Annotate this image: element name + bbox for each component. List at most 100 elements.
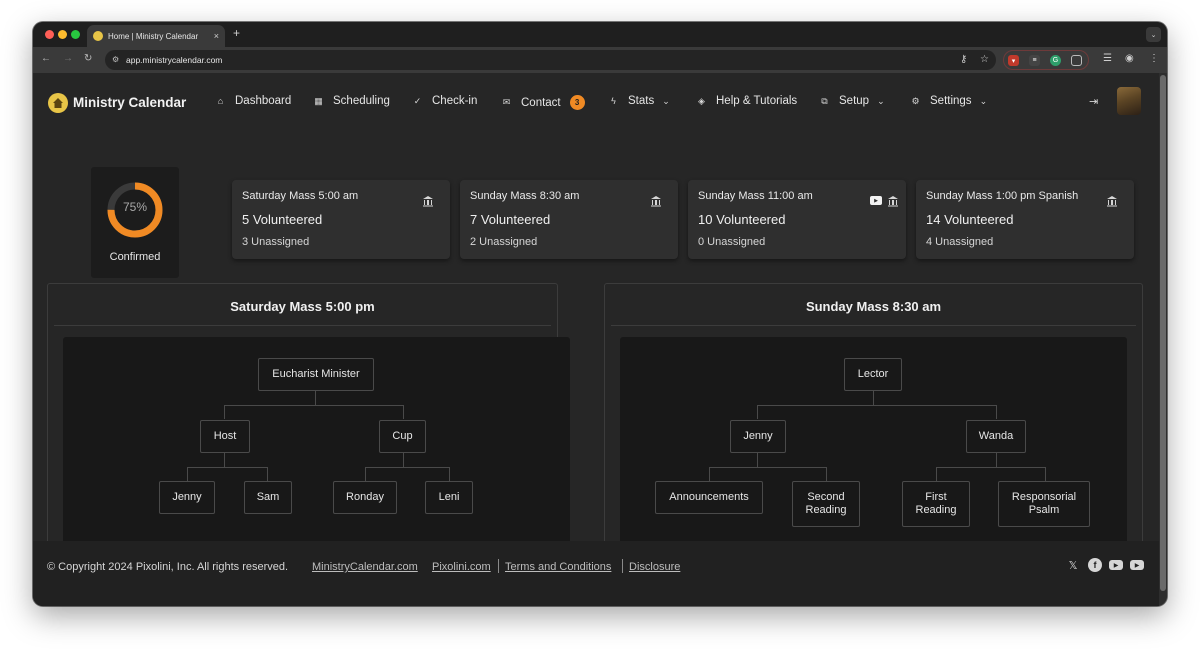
nav-help-tutorials[interactable]: ◈ Help & Tutorials	[696, 95, 797, 107]
tree-connector	[757, 405, 997, 406]
address-bar[interactable]: ⚙ app.ministrycalendar.com ⚷ ☆	[105, 50, 996, 70]
tab-close-icon[interactable]: ×	[214, 31, 219, 41]
browser-menu-icon[interactable]: ⋮	[1149, 53, 1159, 64]
nav-dashboard[interactable]: ⌂ Dashboard	[215, 95, 291, 107]
mass-unassigned: 3 Unassigned	[242, 236, 310, 248]
tab-search-button[interactable]: ⌄	[1146, 27, 1161, 42]
tree-node-assignment[interactable]: First Reading	[902, 481, 970, 527]
tree-node-person[interactable]: Ronday	[333, 481, 397, 514]
mass-title: Sunday Mass 1:00 pm Spanish	[926, 190, 1079, 202]
browser-window: Home | Ministry Calendar × + ⌄ ← → ↻ ⚙ a…	[33, 22, 1167, 606]
footer-link-disclosure[interactable]: Disclosure	[629, 561, 680, 573]
tree-connector	[709, 467, 710, 481]
tree-connector	[757, 405, 758, 419]
tree-node-assignment[interactable]: Announcements	[655, 481, 763, 514]
graduation-cap-icon: ◈	[698, 95, 705, 106]
tree-connector	[709, 467, 827, 468]
bookmark-star-icon[interactable]: ☆	[980, 54, 989, 65]
back-icon[interactable]: ←	[41, 53, 51, 64]
facebook-icon[interactable]: f	[1088, 558, 1102, 572]
url-text: app.ministrycalendar.com	[126, 55, 223, 65]
nav-label: Scheduling	[333, 95, 390, 107]
tree-node-role[interactable]: Host	[200, 420, 250, 453]
tree-node-role[interactable]: Jenny	[730, 420, 786, 453]
page-scrollbar[interactable]	[1159, 73, 1167, 606]
forward-icon[interactable]: →	[63, 53, 73, 64]
maximize-window-button[interactable]	[71, 30, 80, 39]
tree-connector	[873, 391, 874, 405]
tree-connector	[267, 467, 268, 481]
panel-divider	[54, 325, 551, 326]
tree-connector	[936, 467, 1046, 468]
pocket-extension-icon[interactable]: ▾	[1008, 55, 1019, 66]
tree-node-person[interactable]: Jenny	[159, 481, 215, 514]
brand-name[interactable]: Ministry Calendar	[73, 95, 186, 110]
puzzle-extension-icon[interactable]	[1071, 55, 1082, 66]
assignment-tree: Eucharist Minister Host Cup Jenny Sam Ro…	[63, 337, 570, 544]
tree-node-assignment[interactable]: Responsorial Psalm	[998, 481, 1090, 527]
new-tab-button[interactable]: +	[233, 26, 240, 40]
tree-node-role[interactable]: Wanda	[966, 420, 1026, 453]
mass-card[interactable]: Saturday Mass 5:00 am 5 Volunteered 3 Un…	[232, 180, 450, 259]
youtube-icon[interactable]: ▶	[1109, 560, 1123, 570]
logout-icon[interactable]: ⇥	[1089, 95, 1098, 108]
profile-icon[interactable]: ◉	[1125, 53, 1134, 64]
confirmed-label: Confirmed	[109, 251, 161, 263]
youtube-icon[interactable]: ▶	[1130, 560, 1144, 570]
reload-icon[interactable]: ↻	[84, 53, 92, 64]
mass-volunteered: 5 Volunteered	[242, 212, 323, 227]
site-info-icon[interactable]: ⚙	[112, 55, 119, 64]
panel-title: Saturday Mass 5:00 pm	[230, 299, 375, 314]
close-window-button[interactable]	[45, 30, 54, 39]
tree-connector	[1045, 467, 1046, 481]
minimize-window-button[interactable]	[58, 30, 67, 39]
layers-extension-icon[interactable]: ≡	[1029, 55, 1040, 66]
nav-contact[interactable]: ✉ Contact 3	[501, 95, 585, 110]
tree-node-person[interactable]: Leni	[425, 481, 473, 514]
nav-scheduling[interactable]: ▦ Scheduling	[313, 95, 390, 107]
tree-node-person[interactable]: Sam	[244, 481, 292, 514]
home-icon: ⌂	[217, 96, 224, 106]
page-footer: © Copyright 2024 Pixolini, Inc. All righ…	[33, 541, 1159, 606]
mass-title: Sunday Mass 11:00 am	[698, 190, 813, 202]
x-twitter-icon[interactable]: 𝕏	[1066, 558, 1080, 572]
avatar[interactable]	[1117, 87, 1141, 115]
tree-node-assignment[interactable]: Second Reading	[792, 481, 860, 527]
mass-unassigned: 0 Unassigned	[698, 236, 766, 248]
nav-check-in[interactable]: ✓ Check-in	[412, 95, 478, 107]
tree-connector	[365, 467, 450, 468]
mass-title: Saturday Mass 5:00 am	[242, 190, 359, 202]
tree-connector	[403, 453, 404, 467]
extensions-group: ▾ ≡ G	[1003, 50, 1089, 70]
tree-node-role[interactable]: Cup	[379, 420, 426, 453]
assignment-tree: Lector Jenny Wanda Announcements Second …	[620, 337, 1127, 544]
gear-icon: ⚙	[911, 95, 920, 106]
tree-node-root[interactable]: Eucharist Minister	[258, 358, 374, 391]
mass-card[interactable]: Sunday Mass 11:00 am ▶ 10 Volunteered 0 …	[688, 180, 906, 259]
youtube-icon[interactable]: ▶	[870, 196, 882, 205]
chevron-down-icon: ⌄	[979, 95, 988, 106]
mass-card[interactable]: Sunday Mass 8:30 am 7 Volunteered 2 Unas…	[460, 180, 678, 259]
grammarly-extension-icon[interactable]: G	[1050, 55, 1061, 66]
browser-tab[interactable]: Home | Ministry Calendar ×	[87, 25, 225, 47]
reading-list-icon[interactable]: ☰	[1103, 53, 1112, 64]
brand-logo-icon[interactable]	[48, 93, 68, 113]
main-navbar: Ministry Calendar ⌂ Dashboard ▦ Scheduli…	[33, 73, 1159, 129]
mass-card[interactable]: Sunday Mass 1:00 pm Spanish 14 Volunteer…	[916, 180, 1134, 259]
footer-link-pixolini[interactable]: Pixolini.com	[432, 561, 491, 573]
browser-toolbar: ← → ↻ ⚙ app.ministrycalendar.com ⚷ ☆ ▾ ≡…	[33, 47, 1167, 73]
scrollbar-thumb[interactable]	[1160, 75, 1166, 591]
check-circle-icon: ✓	[413, 95, 422, 106]
tree-connector	[224, 405, 404, 406]
footer-link-ministrycalendar[interactable]: MinistryCalendar.com	[312, 561, 418, 573]
tree-node-root[interactable]: Lector	[844, 358, 902, 391]
footer-link-terms[interactable]: Terms and Conditions	[505, 561, 611, 573]
schedule-panel-sunday: Sunday Mass 8:30 am Lector Jenny Wanda A…	[604, 283, 1143, 571]
church-icon	[423, 196, 433, 207]
mass-volunteered: 14 Volunteered	[926, 212, 1014, 227]
nav-setup[interactable]: ⧉ Setup ⌄	[819, 95, 884, 107]
nav-stats[interactable]: ϟ Stats ⌄	[608, 95, 670, 107]
nav-settings[interactable]: ⚙ Settings ⌄	[910, 95, 987, 107]
mass-volunteered: 7 Volunteered	[470, 212, 551, 227]
password-key-icon[interactable]: ⚷	[960, 54, 967, 65]
